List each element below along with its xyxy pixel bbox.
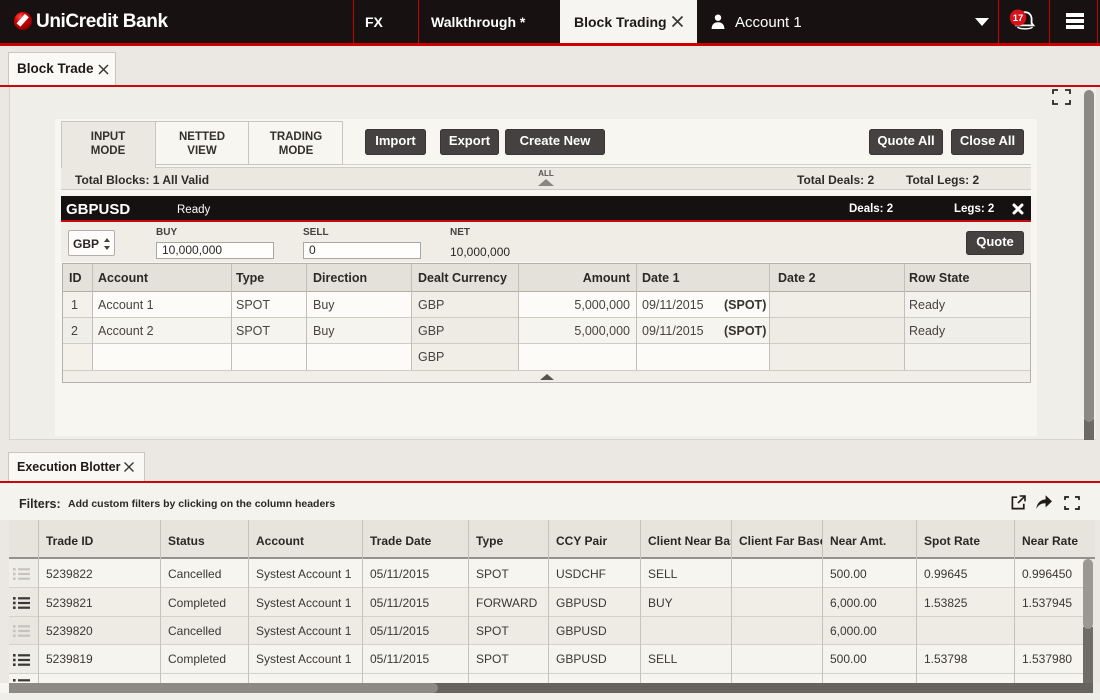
svg-text:17: 17 <box>1013 13 1024 24</box>
